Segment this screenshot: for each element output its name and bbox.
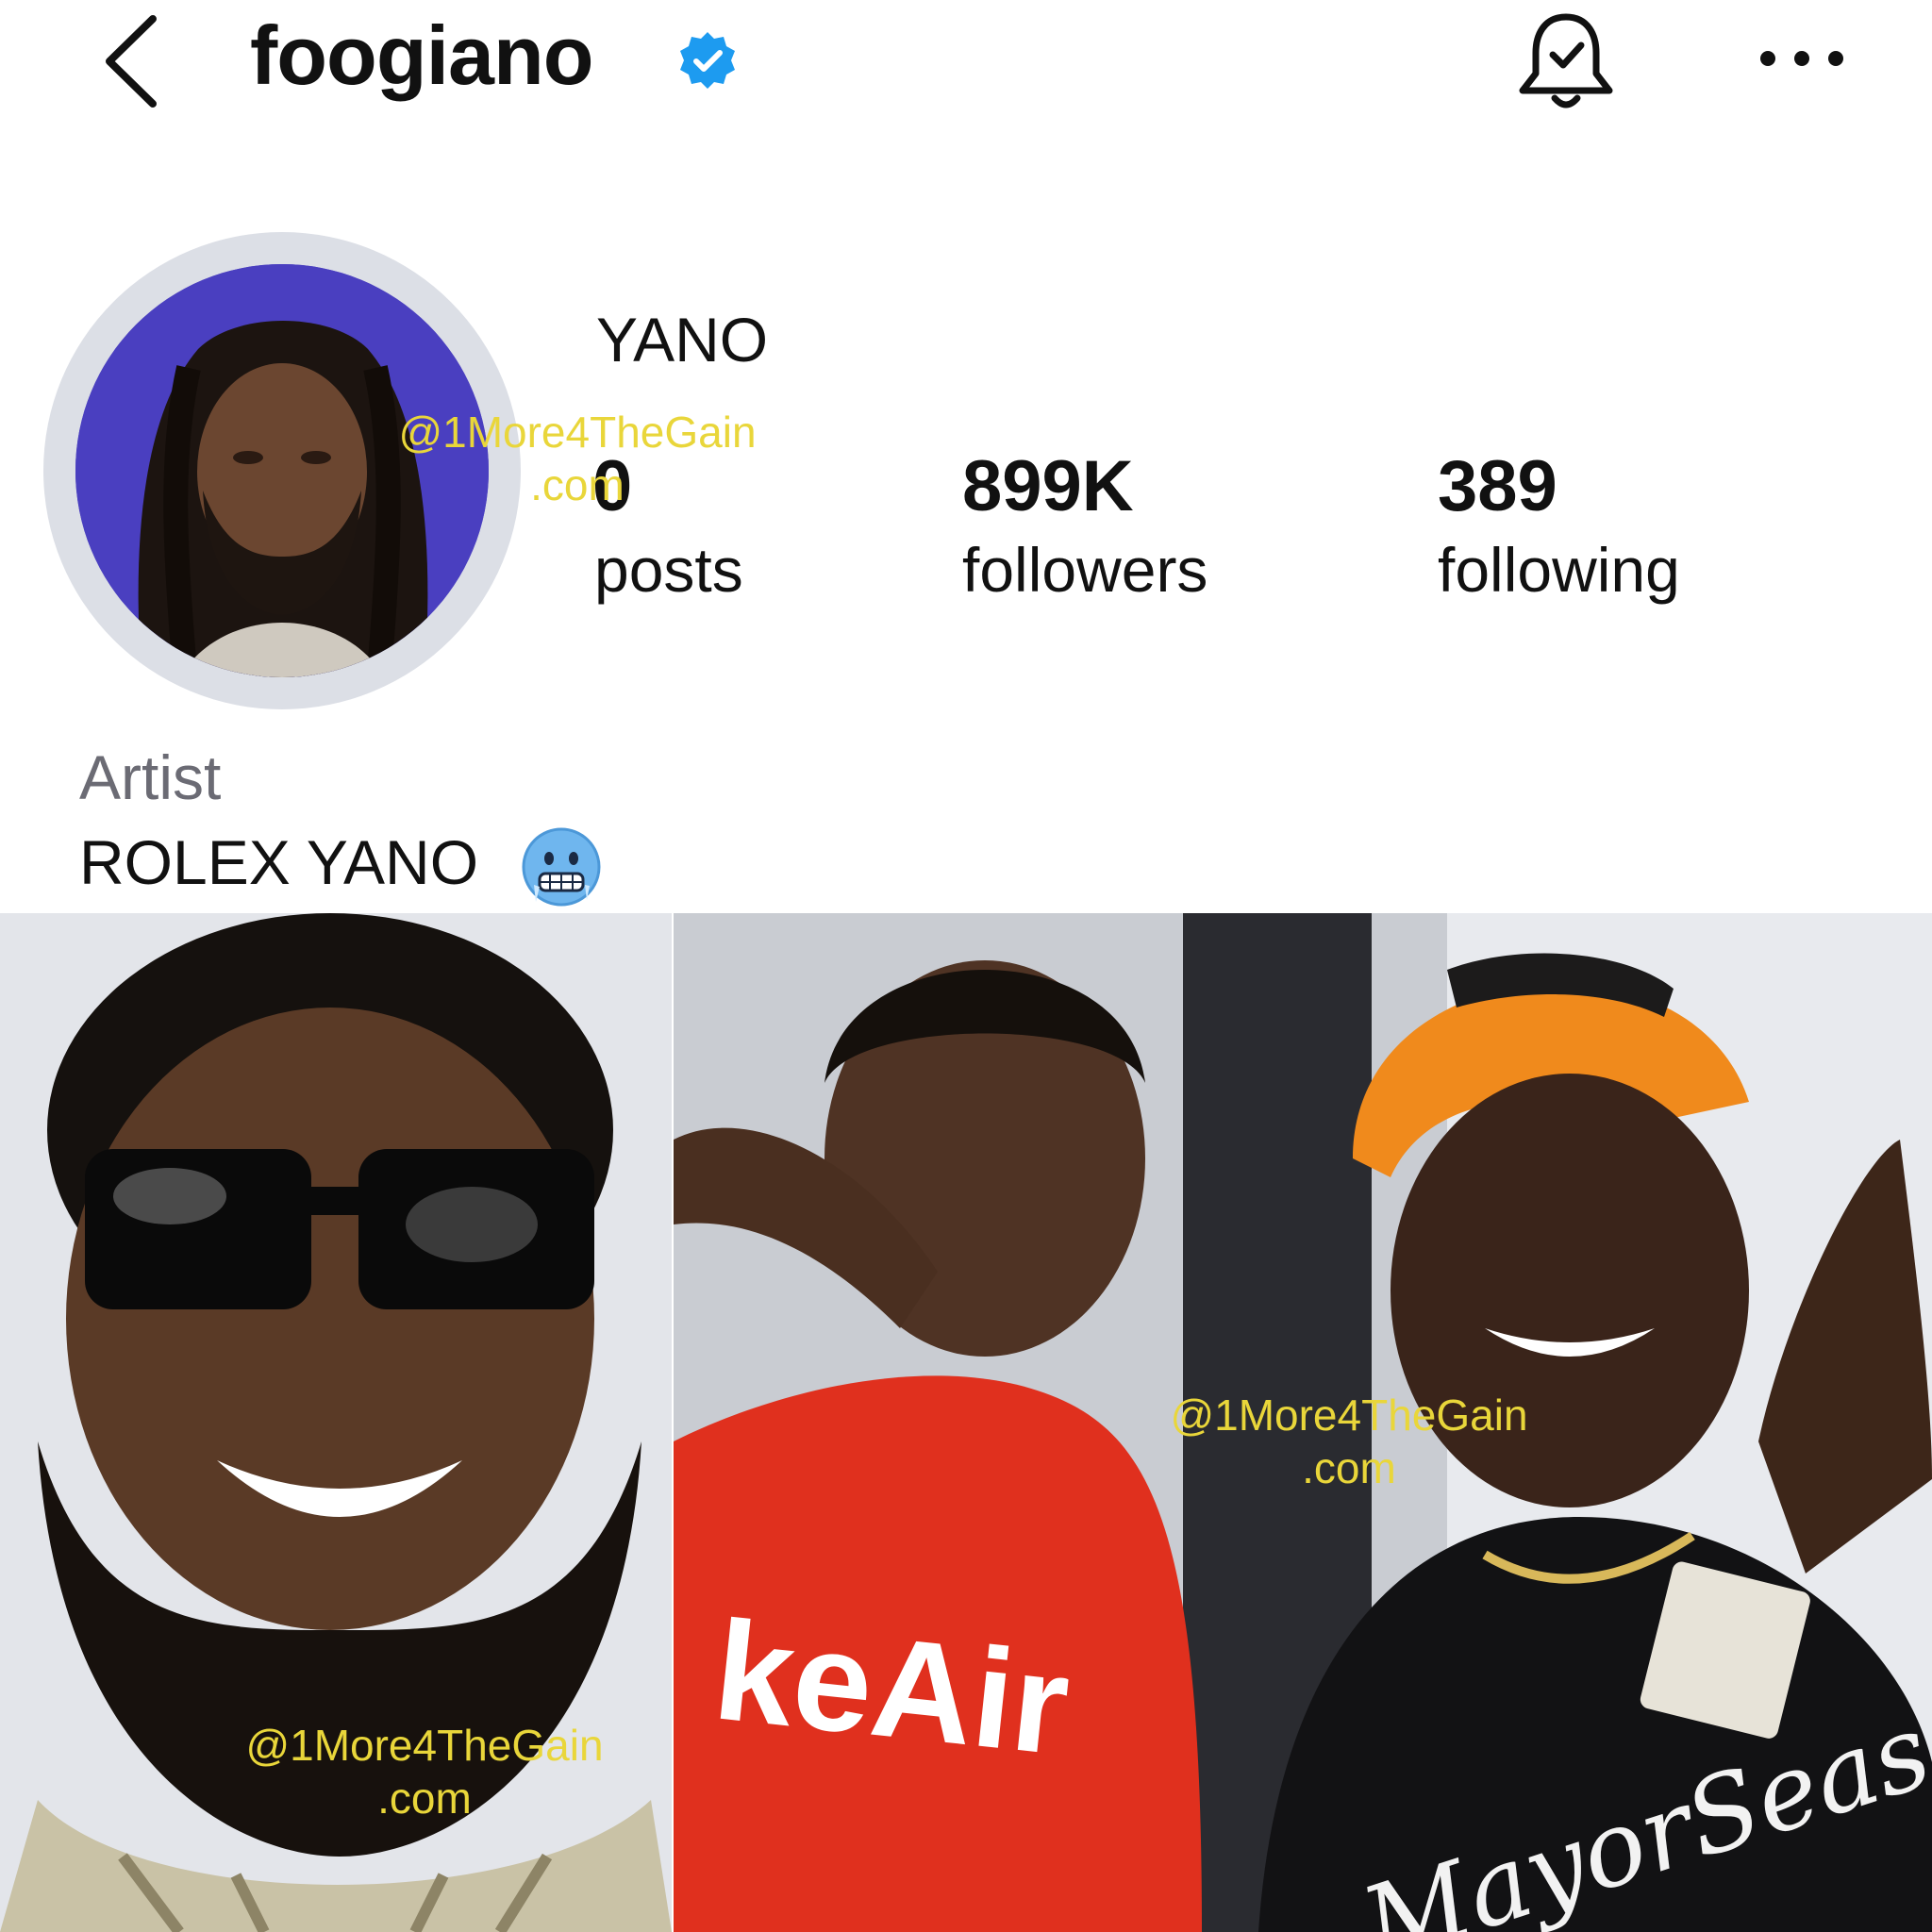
followers-label[interactable]: followers <box>962 534 1208 606</box>
watermark-line2: .com <box>377 1774 472 1823</box>
posts-label: posts <box>594 535 743 605</box>
watermark-line1: @1More4TheGain <box>1170 1391 1528 1440</box>
watermark-right-photo: @1More4TheGain .com <box>1151 1389 1547 1494</box>
watermark-line2: .com <box>530 460 625 509</box>
more-options-icon[interactable] <box>1755 47 1849 70</box>
profile-category: Artist <box>79 742 222 812</box>
profile-username: foogiano <box>250 8 593 102</box>
following-count[interactable]: 389 <box>1438 445 1557 527</box>
watermark-line1: @1More4TheGain <box>245 1721 604 1770</box>
back-chevron-icon[interactable] <box>94 9 179 113</box>
following-label[interactable]: following <box>1438 534 1680 606</box>
profile-display-name: YANO <box>596 305 769 375</box>
watermark-line1: @1More4TheGain <box>398 408 757 457</box>
profile-bio: ROLEX YANO <box>79 827 479 897</box>
watermark-line2: .com <box>1302 1443 1396 1492</box>
verified-badge-icon <box>680 32 735 89</box>
watermark-left-photo: @1More4TheGain .com <box>226 1719 623 1824</box>
cold-face-emoji-icon <box>522 827 601 907</box>
notification-bell-icon[interactable] <box>1509 11 1623 115</box>
watermark-avatar: @1More4TheGain .com <box>379 406 775 511</box>
followers-count[interactable]: 899K <box>962 445 1134 527</box>
